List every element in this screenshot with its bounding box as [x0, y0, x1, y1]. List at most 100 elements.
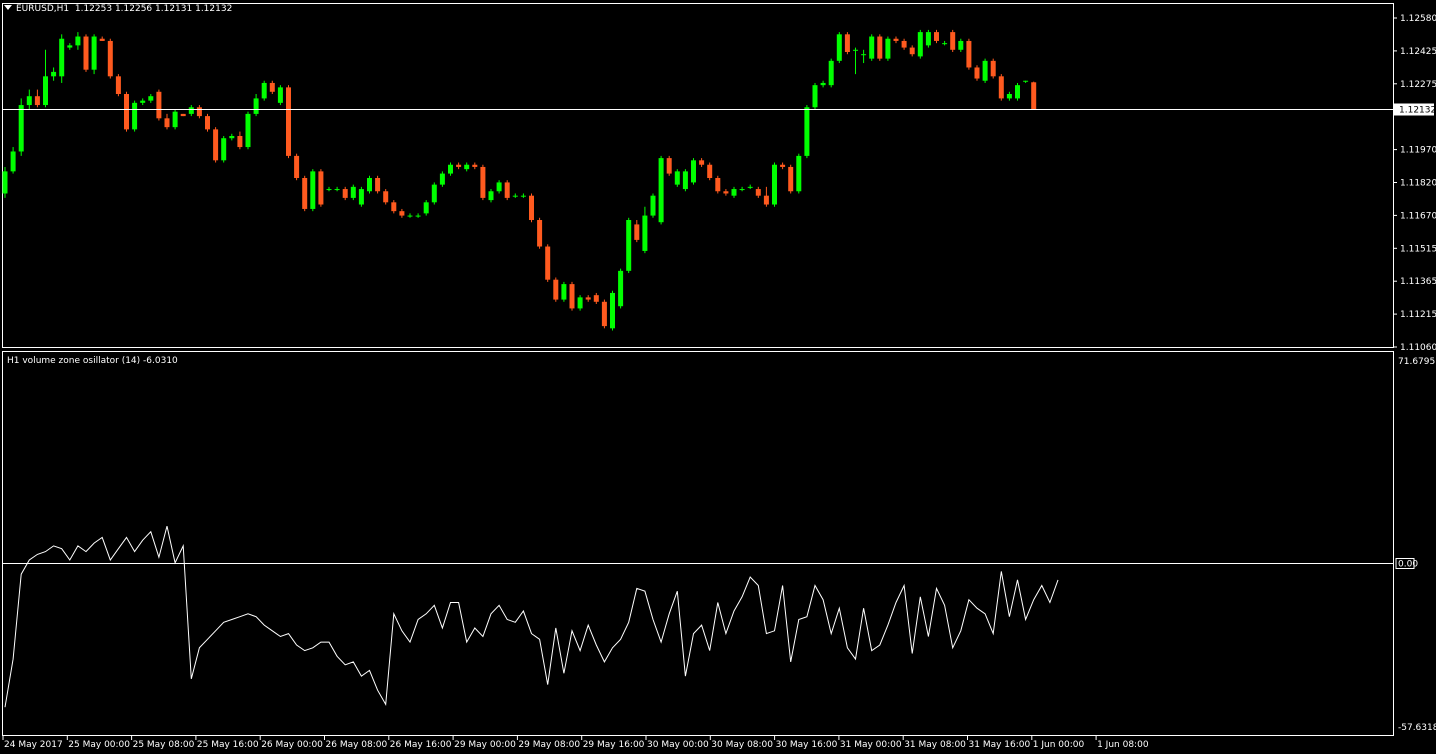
candle-body: [1031, 82, 1037, 110]
candle-body: [763, 195, 769, 205]
candle-body: [901, 40, 907, 48]
candle-body: [229, 136, 235, 139]
candle-body: [213, 129, 219, 161]
time-tick-label: 29 May 00:00: [454, 740, 516, 750]
time-axis: 24 May 2017 25 May 00:00 25 May 08:00 25 Ma…: [2, 736, 1149, 750]
price-tick-label: 1.11670: [1400, 211, 1436, 221]
candle-body: [626, 220, 632, 271]
candle-body: [747, 186, 753, 188]
candle-body: [399, 211, 405, 216]
candle-body: [277, 87, 283, 103]
candle-body: [804, 107, 810, 156]
candle-body: [367, 178, 372, 192]
candle-body: [294, 155, 300, 178]
candle-body: [439, 173, 445, 185]
candle-body: [844, 34, 850, 52]
candle-body: [990, 60, 996, 77]
candle-body: [286, 87, 291, 156]
candle-body: [853, 49, 858, 51]
candle-body: [383, 191, 389, 203]
candle-body: [99, 38, 105, 41]
candle-body: [391, 202, 397, 212]
candle-body: [148, 96, 154, 101]
candle-body: [91, 36, 97, 70]
candle-body: [796, 155, 802, 192]
time-tick-label: 26 May 08:00: [326, 740, 388, 750]
time-tick-label: 31 May 16:00: [969, 740, 1031, 750]
candle-body: [423, 202, 429, 214]
candle-body: [18, 105, 24, 152]
candle-body: [836, 34, 842, 61]
indicator-scale-min: -57.6318: [1398, 723, 1436, 733]
oscillator-line: [4, 525, 1059, 708]
time-tick-label: 30 May 08:00: [711, 740, 773, 750]
candle-body: [909, 47, 915, 55]
candle-body: [707, 164, 713, 178]
candle-body: [10, 151, 16, 172]
candle-body: [269, 82, 275, 92]
candle-body: [780, 164, 786, 167]
time-tick-label: 1 Jun 00:00: [1033, 740, 1085, 750]
indicator-axis: 71.6795 0.00 -57.6318: [1395, 357, 1436, 733]
price-tick-label: 1.11215: [1400, 310, 1436, 320]
candle-body: [715, 178, 721, 192]
time-tick-label: 26 May 16:00: [390, 740, 452, 750]
candle-body: [188, 107, 194, 114]
candle-body: [828, 60, 834, 86]
symbol-label: EURUSD,H1: [16, 4, 70, 14]
candle-body: [601, 301, 607, 327]
candle-body: [464, 164, 470, 170]
time-tick-label: 30 May 16:00: [776, 740, 838, 750]
candle-body: [650, 195, 656, 216]
candle-body: [431, 184, 437, 203]
chart-header[interactable]: EURUSD,H1 1.12253 1.12256 1.12131 1.1213…: [4, 4, 232, 14]
candle-body: [75, 36, 81, 46]
candle-body: [156, 91, 162, 119]
price-tick-label: 1.11970: [1400, 146, 1436, 156]
candle-body: [739, 189, 745, 191]
candle-body: [731, 189, 737, 196]
indicator-scale-max: 71.6795: [1398, 357, 1435, 367]
price-tick-label: 1.11365: [1400, 277, 1436, 287]
time-tick-label: 25 May 00:00: [68, 740, 130, 750]
candle-body: [310, 171, 316, 209]
candle-body: [610, 292, 615, 329]
candle-body: [164, 118, 170, 128]
candle-body: [196, 107, 202, 117]
price-tick-label: 1.12275: [1400, 80, 1436, 90]
candle-body: [180, 113, 186, 117]
price-tick-label: 1.11820: [1400, 179, 1436, 189]
candle-body: [569, 284, 575, 309]
candle-body: [950, 32, 956, 50]
candle-body: [788, 166, 794, 192]
indicator-panel-frame: [2, 351, 1394, 736]
candle-body: [43, 76, 48, 106]
candle-body: [2, 171, 8, 194]
candle-body: [537, 220, 543, 247]
candle-body: [496, 182, 502, 192]
candle-body: [772, 164, 777, 205]
candle-body: [691, 160, 696, 183]
candle-body: [253, 98, 259, 114]
current-price-tag-label: 1.12132: [1399, 106, 1436, 116]
candle-body: [861, 54, 867, 56]
time-tick-label: 30 May 00:00: [647, 740, 709, 750]
dropdown-triangle-icon[interactable]: [4, 5, 12, 10]
candle-body: [869, 36, 875, 59]
time-tick-label: 29 May 08:00: [518, 740, 580, 750]
candle-body: [407, 215, 413, 217]
candle-body: [585, 297, 591, 300]
ohlc-values: 1.12253 1.12256 1.12131 1.12132: [74, 4, 233, 14]
candle-body: [334, 189, 340, 191]
candle-body: [966, 40, 972, 68]
current-price-tag: 1.12132: [1394, 103, 1436, 116]
time-tick-label: 25 May 16:00: [197, 740, 259, 750]
candle-body: [925, 32, 931, 46]
candle-body: [561, 284, 567, 300]
candle-body: [456, 164, 462, 167]
candle-body: [326, 189, 332, 191]
candle-body: [934, 32, 939, 41]
price-axis: 1.12580 1.12425 1.12275 1.11970 1.11820 1.116…: [1393, 14, 1436, 353]
candle-body: [415, 215, 421, 217]
candle-body: [480, 166, 486, 198]
